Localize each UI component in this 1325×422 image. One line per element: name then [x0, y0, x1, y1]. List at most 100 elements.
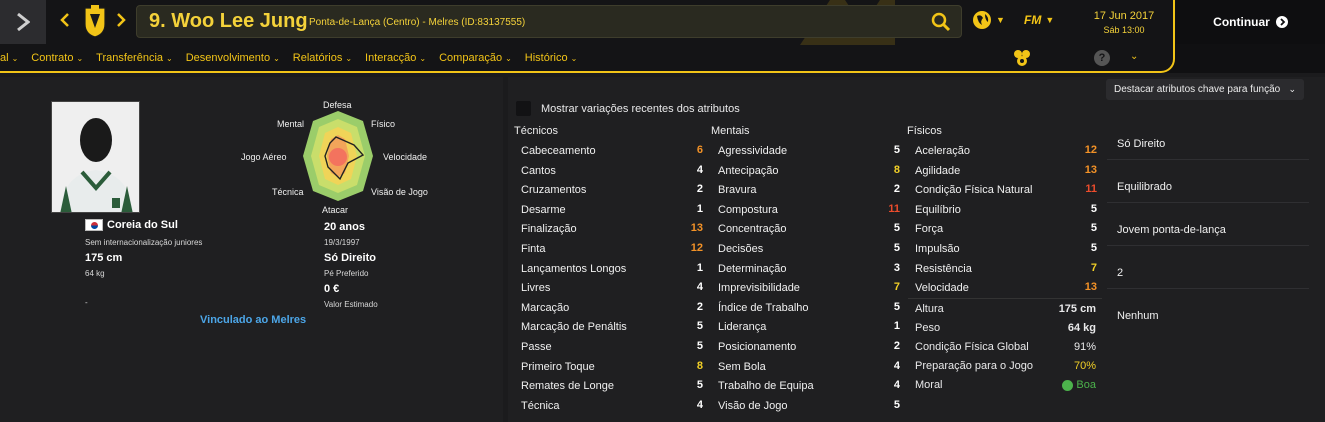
- morale-thumb-icon: [1062, 379, 1074, 391]
- attribute-row[interactable]: Lançamentos Longos 1: [521, 259, 703, 279]
- match-prep-value: 70%: [1073, 360, 1096, 372]
- attribute-name: Posicionamento: [718, 340, 797, 353]
- attribute-row[interactable]: Resistência 7: [915, 259, 1097, 279]
- back-button[interactable]: [0, 0, 46, 44]
- attribute-value: 13: [1084, 281, 1097, 294]
- attribute-row[interactable]: Posicionamento 2: [718, 337, 900, 357]
- attribute-row[interactable]: Decisões 5: [718, 239, 900, 259]
- attribute-value: 2: [893, 183, 900, 196]
- attribute-row[interactable]: Força 5: [915, 219, 1097, 239]
- attribute-row[interactable]: Finta 12: [521, 239, 703, 259]
- attribute-row[interactable]: Visão de Jogo 5: [718, 396, 900, 416]
- club-badge-icon[interactable]: [82, 4, 108, 38]
- attribute-row[interactable]: Determinação 3: [718, 259, 900, 279]
- attribute-row[interactable]: Marcação 2: [521, 298, 703, 318]
- attribute-row[interactable]: Imprevisibilidade 7: [718, 278, 900, 298]
- physical-title: Físicos: [907, 125, 942, 137]
- attribute-name: Resistência: [915, 262, 972, 275]
- value-label: Valor Estimado: [324, 300, 378, 309]
- attribute-row[interactable]: Remates de Longe 5: [521, 376, 703, 396]
- chevron-down-icon: ⌄: [76, 53, 84, 63]
- attribute-row[interactable]: Cantos 4: [521, 161, 703, 181]
- attribute-row[interactable]: Concentração 5: [718, 219, 900, 239]
- attribute-row[interactable]: Trabalho de Equipa 4: [718, 376, 900, 396]
- menu-item-interaction[interactable]: Interacção ⌄: [365, 52, 426, 64]
- attribute-name: Finalização: [521, 223, 577, 236]
- attribute-row[interactable]: Agilidade 13: [915, 161, 1097, 181]
- chevron-down-icon: ⌄: [345, 53, 353, 63]
- attribute-name: Equilíbrio: [915, 203, 961, 216]
- player-photo: [51, 101, 140, 213]
- attribute-name: Bravura: [718, 184, 757, 197]
- menu-item-development[interactable]: Desenvolvimento ⌄: [186, 52, 280, 64]
- contract-link[interactable]: Vinculado ao Melres: [200, 314, 306, 326]
- continue-button[interactable]: Continuar: [1176, 0, 1325, 44]
- side-value: Equilibrado: [1117, 181, 1173, 193]
- checkbox[interactable]: [516, 101, 531, 116]
- attribute-row[interactable]: Primeiro Toque 8: [521, 357, 703, 377]
- prev-player-icon[interactable]: [60, 13, 70, 27]
- radar-label-speed: Velocidade: [383, 152, 428, 162]
- chevron-down-icon: ⌄: [166, 53, 173, 63]
- attribute-row[interactable]: Impulsão 5: [915, 239, 1097, 259]
- attribute-row[interactable]: Compostura 11: [718, 200, 900, 220]
- attribute-name: Determinação: [718, 262, 787, 275]
- attribute-row[interactable]: Agressividade 5: [718, 141, 900, 161]
- attribute-row[interactable]: Condição Física Natural 11: [915, 180, 1097, 200]
- attribute-radar[interactable]: Defesa Mental Físico Jogo Aéreo Velocida…: [230, 95, 450, 225]
- attribute-row[interactable]: Livres 4: [521, 278, 703, 298]
- menu-item-history[interactable]: Histórico ⌄: [525, 52, 578, 64]
- highlight-role-dropdown[interactable]: Destacar atributos chave para função ⌄: [1106, 79, 1304, 100]
- attribute-row[interactable]: Antecipação 8: [718, 161, 900, 181]
- chevron-down-icon: ▼: [1045, 15, 1055, 25]
- technical-title: Técnicos: [514, 125, 559, 137]
- menu-label: Relatórios: [292, 52, 343, 64]
- attribute-row[interactable]: Aceleração 12: [915, 141, 1097, 161]
- attribute-value: 6: [696, 144, 703, 156]
- attribute-value: 5: [1090, 202, 1097, 215]
- attribute-name: Técnica: [521, 399, 560, 412]
- attribute-value: 5: [1090, 241, 1097, 254]
- attribute-row[interactable]: Velocidade 13: [915, 278, 1097, 298]
- menu-item-general[interactable]: al ⌄: [0, 52, 18, 64]
- chevron-down-icon: ⌄: [11, 53, 19, 63]
- continue-label: Continuar: [1213, 15, 1270, 29]
- attribute-row[interactable]: Desarme 1: [521, 200, 703, 220]
- attribute-row[interactable]: Equilíbrio 5: [915, 200, 1097, 220]
- attribute-row[interactable]: Sem Bola 4: [718, 357, 900, 377]
- world-menu-button[interactable]: ▼: [972, 9, 1012, 31]
- attribute-value: 4: [893, 359, 900, 372]
- menu-item-reports[interactable]: Relatórios ⌄: [293, 52, 352, 64]
- menu-item-transfer[interactable]: Transferência ⌄: [96, 52, 173, 64]
- menu-item-comparison[interactable]: Comparação ⌄: [439, 52, 512, 64]
- attribute-row[interactable]: Índice de Trabalho 5: [718, 298, 900, 318]
- body-row-morale[interactable]: Moral Boa: [908, 375, 1102, 394]
- fm-menu-button[interactable]: FM ▼: [1024, 9, 1074, 31]
- attribute-row[interactable]: Bravura 2: [718, 180, 900, 200]
- chevron-down-icon: ⌄: [505, 53, 512, 63]
- chevron-down-icon: ⌄: [419, 53, 427, 63]
- chevron-down-icon[interactable]: ⌄: [1130, 51, 1138, 62]
- side-value: 2: [1117, 267, 1124, 279]
- attribute-row[interactable]: Cruzamentos 2: [521, 180, 703, 200]
- attribute-row[interactable]: Passe 5: [521, 337, 703, 357]
- attribute-name: Sem Bola: [718, 360, 766, 373]
- body-row-match-prep: Preparação para o Jogo 70%: [908, 356, 1102, 375]
- attribute-row[interactable]: Cabeceamento 6: [521, 141, 703, 161]
- menu-item-contract[interactable]: Contrato ⌄: [31, 52, 83, 64]
- menu-label: Desenvolvimento: [185, 52, 271, 64]
- chevron-down-icon: ⌄: [1288, 84, 1296, 94]
- player-name-box[interactable]: 9. Woo Lee Jung Ponta-de-Lança (Centro) …: [136, 5, 962, 38]
- attribute-row[interactable]: Técnica 4: [521, 396, 703, 416]
- body-row-weight: Peso 64 kg: [908, 318, 1102, 337]
- attribute-row[interactable]: Marcação de Penáltis 5: [521, 317, 703, 337]
- scout-icon[interactable]: [1012, 49, 1032, 67]
- side-value: Nenhum: [1117, 310, 1159, 322]
- search-icon[interactable]: [931, 12, 951, 32]
- attribute-value: 5: [893, 144, 900, 156]
- next-player-icon[interactable]: [116, 13, 126, 27]
- attribute-row[interactable]: Finalização 13: [521, 219, 703, 239]
- attribute-row[interactable]: Liderança 1: [718, 317, 900, 337]
- show-changes-toggle[interactable]: Mostrar variações recentes dos atributos: [516, 101, 740, 116]
- help-button[interactable]: ?: [1094, 50, 1110, 66]
